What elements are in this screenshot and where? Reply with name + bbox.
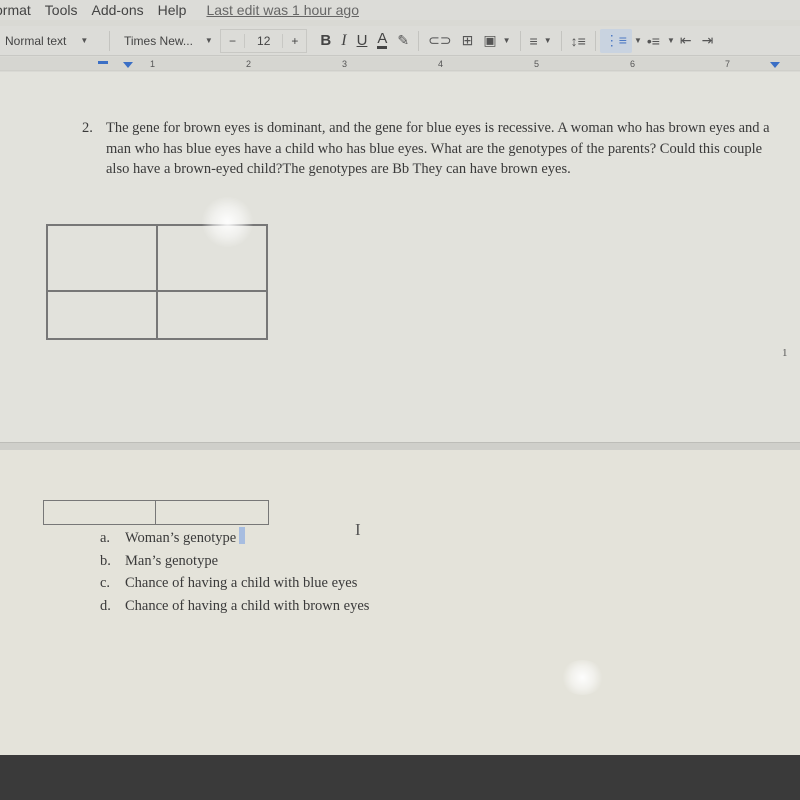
ruler-tick: 2 [246,59,252,69]
question-text[interactable]: The gene for brown eyes is dominant, and… [106,118,782,180]
document-page-2[interactable]: a. Woman’s genotype b. Man’s genotype c.… [0,450,800,755]
table-cell[interactable] [157,291,267,339]
list-letter: d. [100,597,111,614]
ruler-tick: 3 [342,59,348,69]
table-continuation[interactable] [43,500,269,525]
list-text: Chance of having a child with brown eyes [125,597,370,614]
list-text: Man’s genotype [125,552,219,569]
font-size-control: − 12 + [220,28,308,53]
image-icon: ▣ [483,32,497,48]
list-text: Chance of having a child with blue eyes [125,575,358,591]
divider [560,30,562,51]
comment-icon: ⊞ [461,32,474,48]
text-color-button[interactable]: A [372,29,392,53]
chevron-down-icon: ▼ [543,36,552,45]
menu-format[interactable]: ormat [0,2,31,18]
question-number: 2. [82,120,93,136]
font-dropdown[interactable]: Times New... ▼ [114,29,218,53]
underline-button[interactable]: U [352,29,373,53]
indent-increase-icon: ⇥ [701,32,714,48]
list-item[interactable]: c. Chance of having a child with blue ey… [100,572,369,595]
highlight-color-button[interactable]: ✎ [392,29,414,53]
menu-addons[interactable]: Add-ons [91,2,143,18]
page-break [0,442,800,450]
numbered-list-button[interactable]: ⋮≡ [599,28,632,53]
bold-button[interactable]: B [315,29,336,53]
divider [109,30,110,51]
screen-bezel [0,755,800,800]
chevron-down-icon: ▼ [204,36,213,45]
toolbar: Normal text ▼ Times New... ▼ − 12 + B I … [0,26,800,56]
italic-button[interactable]: I [336,29,351,53]
menu-tools[interactable]: Tools [45,2,78,18]
numbered-list-chevron-icon[interactable]: ▼ [634,36,642,45]
insert-image-button[interactable]: ▣ ▼ [478,29,515,53]
align-button[interactable]: ≡ ▼ [525,29,557,53]
highlighter-icon: ✎ [397,32,410,48]
divider [418,30,420,51]
left-indent-handle[interactable] [123,62,133,68]
ibeam-cursor-icon: I [355,520,361,539]
question-2[interactable]: 2. The gene for brown eyes is dominant, … [82,118,782,180]
insert-link-button[interactable]: ⊂⊃ [423,29,456,53]
table-cell[interactable] [47,291,157,339]
list-item[interactable]: d. Chance of having a child with brown e… [100,595,369,618]
chevron-down-icon: ▼ [502,36,511,45]
increase-indent-button[interactable]: ⇥ [697,29,719,53]
ruler-tick: 1 [150,59,156,69]
list-letter: a. [100,530,111,546]
chevron-down-icon: ▼ [80,36,89,45]
bulleted-list-chevron-icon[interactable]: ▼ [667,36,675,45]
decrease-font-size-button[interactable]: − [221,34,244,48]
list-text: Woman’s genotype [125,530,237,546]
bulleted-list-button[interactable]: •≡ [642,29,665,53]
last-edit-link[interactable]: Last edit was 1 hour ago [206,2,359,18]
divider [594,30,596,51]
link-icon: ⊂⊃ [428,32,452,48]
screen-glare [200,197,255,247]
text-color-icon: A [377,30,388,49]
font-label: Times New... [124,33,193,48]
first-line-indent-handle[interactable] [98,61,108,64]
paragraph-style-label: Normal text [5,33,67,48]
divider [519,30,521,51]
line-spacing-icon: ↕≡ [570,32,586,49]
table-cell[interactable] [44,501,156,524]
indent-decrease-icon: ⇤ [679,32,692,48]
ruler-tick: 4 [438,59,444,69]
paragraph-style-dropdown[interactable]: Normal text ▼ [0,29,105,53]
table-cell[interactable] [47,225,157,291]
font-size-input[interactable]: 12 [244,33,284,48]
align-left-icon: ≡ [529,32,538,49]
document-page-1[interactable]: 2. The gene for brown eyes is dominant, … [0,72,800,442]
list-item[interactable]: a. Woman’s genotype [100,527,369,550]
ruler[interactable]: 1 2 3 4 5 6 7 [0,57,800,71]
numbered-list-icon: ⋮≡ [604,32,627,48]
line-spacing-button[interactable]: ↕≡ [566,29,591,53]
decrease-indent-button[interactable]: ⇤ [675,29,697,53]
bulleted-list-icon: •≡ [646,32,660,49]
screen-glare [560,660,605,695]
ruler-tick: 6 [630,59,636,69]
increase-font-size-button[interactable]: + [283,34,306,48]
answer-sublist[interactable]: a. Woman’s genotype b. Man’s genotype c.… [100,527,369,617]
right-indent-handle[interactable] [770,62,780,68]
menu-help[interactable]: Help [158,2,187,18]
add-comment-button[interactable]: ⊞ [457,29,479,53]
table-cell[interactable] [156,501,268,524]
list-letter: b. [100,552,111,569]
list-item[interactable]: b. Man’s genotype [100,550,369,573]
ruler-tick: 7 [725,59,731,69]
text-cursor-selection [239,527,246,544]
page-number: 1 [782,347,788,359]
menu-bar: ormat Tools Add-ons Help Last edit was 1… [0,0,800,20]
ruler-tick: 5 [534,59,540,69]
list-letter: c. [100,575,111,591]
